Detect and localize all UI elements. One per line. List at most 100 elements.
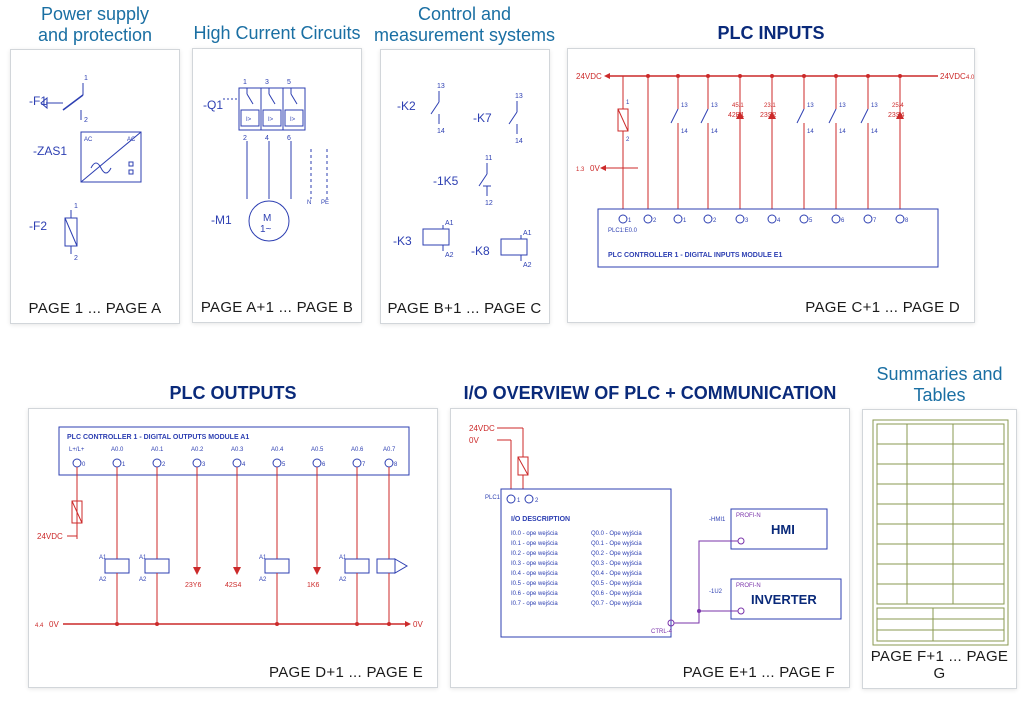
svg-text:Q0.3 - Ope wyjścia: Q0.3 - Ope wyjścia [591,561,642,567]
schematic-inputs: 24VDC 24VDC 4.0 1.3 0V 12 [568,49,976,299]
svg-text:PROFI-N: PROFI-N [736,583,761,589]
svg-text:24VDC: 24VDC [940,72,966,81]
svg-text:I/O DESCRIPTION: I/O DESCRIPTION [511,516,570,523]
svg-text:13: 13 [515,93,523,100]
svg-text:I>: I> [246,117,252,123]
panel-comm: 24VDC 0V PLC1 1 2 I/O DESCRIPTION I0.0 -… [450,408,850,688]
svg-text:I>: I> [268,117,274,123]
label-K3: -K3 [393,234,412,248]
svg-text:12: 12 [485,200,493,207]
panel-hcc: -Q1 1 3 5 I> I> [192,48,362,323]
svg-text:0V: 0V [590,164,600,173]
svg-text:A0.2: A0.2 [191,447,204,453]
svg-text:A0.4: A0.4 [271,447,284,453]
svg-text:PE: PE [321,200,329,206]
label-ZAS1: -ZAS1 [33,144,67,158]
svg-text:PLC1:E0.0: PLC1:E0.0 [608,228,638,234]
schematic-hcc: -Q1 1 3 5 I> I> [193,49,363,299]
svg-text:M: M [263,213,271,224]
svg-text:A0.6: A0.6 [351,447,364,453]
svg-text:I0.1 - ope wejścia: I0.1 - ope wejścia [511,541,558,547]
svg-text:N: N [307,200,311,206]
svg-text:23.1: 23.1 [764,103,776,109]
inverter-text: INVERTER [751,592,817,607]
label-K2: -K2 [397,99,416,113]
svg-text:14: 14 [515,138,523,145]
svg-text:3: 3 [265,79,269,86]
footer-hcc: PAGE A+1 ... PAGE B [193,299,361,316]
footer-outputs: PAGE D+1 ... PAGE E [29,664,437,681]
col-comm: I/O OVERVIEW OF PLC + COMMUNICATION 24VD… [450,364,850,694]
svg-text:1.3: 1.3 [576,167,585,173]
svg-text:1: 1 [243,79,247,86]
input-drops: 13 14 13 14 [646,74,904,209]
row-bottom: PLC OUTPUTS PLC CONTROLLER 1 - DIGITAL O… [10,364,1014,694]
label-M1: -M1 [211,213,232,227]
svg-text:A2: A2 [99,577,107,583]
svg-text:A2: A2 [259,577,267,583]
svg-text:A0.3: A0.3 [231,447,244,453]
svg-text:6: 6 [287,135,291,142]
svg-text:-1U2: -1U2 [709,589,723,595]
svg-text:24VDC: 24VDC [469,424,495,433]
title-outputs: PLC OUTPUTS [169,364,296,408]
panel-power: -F1 1 2 -ZAS1 AC AC [10,49,180,324]
svg-text:1: 1 [626,100,630,106]
svg-text:A1: A1 [99,555,107,561]
svg-text:14: 14 [437,128,445,135]
title-hcc: High Current Circuits [193,4,360,48]
svg-text:I0.7 - ope wejścia: I0.7 - ope wejścia [511,601,558,607]
panel-control: -K2 13 14 -K7 13 14 -1K5 [380,49,550,324]
svg-text:14: 14 [839,129,846,135]
svg-text:2: 2 [84,117,88,124]
col-hcc: High Current Circuits -Q1 1 3 5 [192,4,362,334]
svg-text:45.1: 45.1 [732,103,744,109]
svg-text:4: 4 [265,135,269,142]
svg-text:A1: A1 [139,555,147,561]
title-comm: I/O OVERVIEW OF PLC + COMMUNICATION [464,364,837,408]
svg-text:42S4: 42S4 [225,582,241,589]
col-tables: Summaries and Tables [862,364,1017,694]
svg-text:I0.2 - ope wejścia: I0.2 - ope wejścia [511,551,558,557]
svg-text:I0.6 - ope wejścia: I0.6 - ope wejścia [511,591,558,597]
schematic-power: -F1 1 2 -ZAS1 AC AC [11,50,181,300]
svg-text:A1: A1 [339,555,347,561]
svg-text:23S2: 23S2 [760,112,776,119]
svg-text:A0.1: A0.1 [151,447,164,453]
footer-control: PAGE B+1 ... PAGE C [381,300,549,317]
col-power: Power supply and protection -F1 1 2 -ZAS… [10,4,180,334]
svg-text:1~: 1~ [260,224,272,235]
svg-text:13: 13 [871,103,878,109]
svg-text:24VDC: 24VDC [37,532,63,541]
svg-text:2: 2 [626,137,630,143]
svg-text:CTRL-4: CTRL-4 [651,629,673,635]
schematic-control: -K2 13 14 -K7 13 14 -1K5 [381,50,551,300]
svg-text:Q0.0 - Ope wyjścia: Q0.0 - Ope wyjścia [591,531,642,537]
schematic-comm: 24VDC 0V PLC1 1 2 I/O DESCRIPTION I0.0 -… [451,409,851,667]
footer-tables: PAGE F+1 ... PAGE G [863,648,1016,682]
svg-text:13: 13 [437,83,445,90]
svg-text:AC: AC [127,137,136,143]
svg-text:0V: 0V [469,436,479,445]
svg-text:2: 2 [74,255,78,262]
svg-text:13: 13 [839,103,846,109]
panel-inputs: 24VDC 24VDC 4.0 1.3 0V 12 [567,48,975,323]
svg-text:A2: A2 [139,577,147,583]
svg-text:0V: 0V [49,620,59,629]
svg-text:11: 11 [485,155,492,162]
svg-text:A0.5: A0.5 [311,447,324,453]
svg-text:1: 1 [84,75,88,82]
table-sheet-icon [863,410,1018,668]
svg-text:4.4: 4.4 [35,623,44,629]
svg-text:13: 13 [681,103,688,109]
svg-text:Q0.4 - Ope wyjścia: Q0.4 - Ope wyjścia [591,571,642,577]
svg-text:14: 14 [681,129,688,135]
svg-text:Q0.6 - Ope wyjścia: Q0.6 - Ope wyjścia [591,591,642,597]
svg-text:A1: A1 [259,555,267,561]
svg-text:2: 2 [243,135,247,142]
footer-inputs: PAGE C+1 ... PAGE D [568,299,974,316]
row-top: Power supply and protection -F1 1 2 -ZAS… [10,4,1014,334]
svg-text:A2: A2 [339,577,347,583]
svg-text:25.4: 25.4 [892,103,904,109]
panel-outputs: PLC CONTROLLER 1 - DIGITAL OUTPUTS MODUL… [28,408,438,688]
